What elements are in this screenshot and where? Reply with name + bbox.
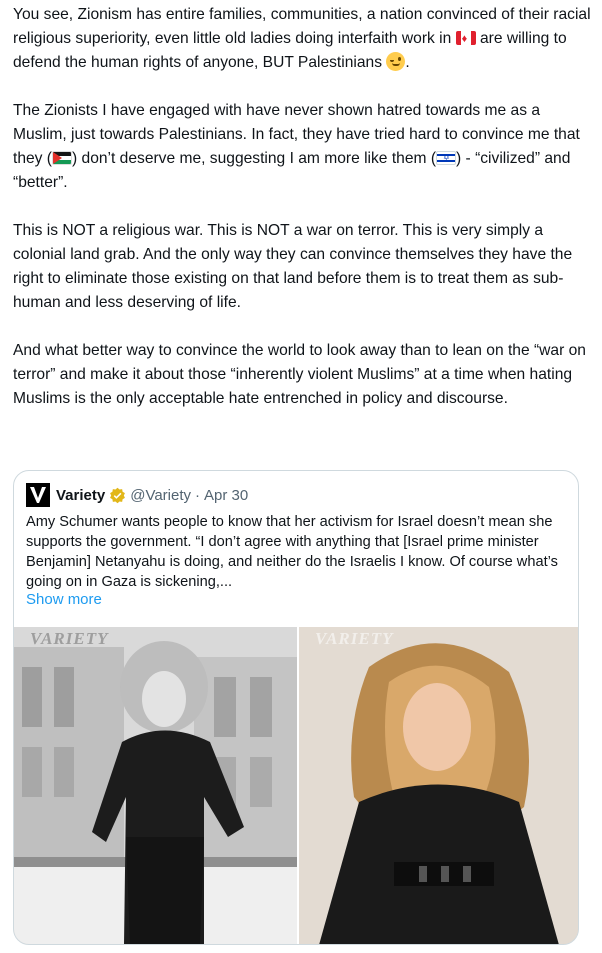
variety-avatar[interactable] — [26, 483, 50, 507]
header-separator: · — [195, 486, 201, 504]
quoted-tweet-media[interactable]: VARIETY VARIETY — [14, 627, 578, 944]
variety-watermark-right: VARIETY — [315, 629, 394, 648]
variety-watermark-left: VARIETY — [30, 629, 109, 648]
winking-face-icon — [386, 52, 406, 71]
tweet-text: You see, Zionism has entire families, co… — [13, 3, 591, 411]
tweet-paragraph-1: You see, Zionism has entire families, co… — [13, 3, 591, 75]
photo-left-bw[interactable]: VARIETY — [14, 627, 297, 944]
quoted-tweet-text: Amy Schumer wants people to know that he… — [26, 514, 558, 590]
canada-flag-icon — [455, 31, 476, 45]
tweet-paragraph-2: The Zionists I have engaged with have ne… — [13, 99, 591, 195]
photo-right-illustration — [299, 627, 578, 944]
israel-flag-icon — [436, 151, 457, 165]
verified-badge-icon — [110, 487, 126, 503]
palestine-flag-icon — [52, 151, 72, 165]
photo-left-illustration — [14, 627, 297, 944]
tweet-paragraph-1-part-3: . — [405, 54, 410, 71]
tweet-paragraph-4: And what better way to convince the worl… — [13, 342, 586, 407]
tweet-paragraph-2-part-2: ) don’t deserve me, suggesting I am more… — [72, 150, 437, 167]
quoted-author-handle[interactable]: @Variety — [130, 487, 191, 504]
quoted-tweet-date[interactable]: Apr 30 — [204, 487, 248, 504]
quoted-tweet-header: Variety @Variety · Apr 30 — [26, 483, 248, 507]
quoted-author-name[interactable]: Variety — [56, 487, 105, 504]
quoted-tweet-card[interactable]: Variety @Variety · Apr 30 Amy Schumer wa… — [13, 470, 579, 945]
tweet-paragraph-3: This is NOT a religious war. This is NOT… — [13, 222, 573, 311]
variety-logo-icon — [30, 487, 46, 503]
photo-right-color[interactable]: VARIETY — [299, 627, 578, 944]
show-more-link[interactable]: Show more — [26, 591, 102, 608]
